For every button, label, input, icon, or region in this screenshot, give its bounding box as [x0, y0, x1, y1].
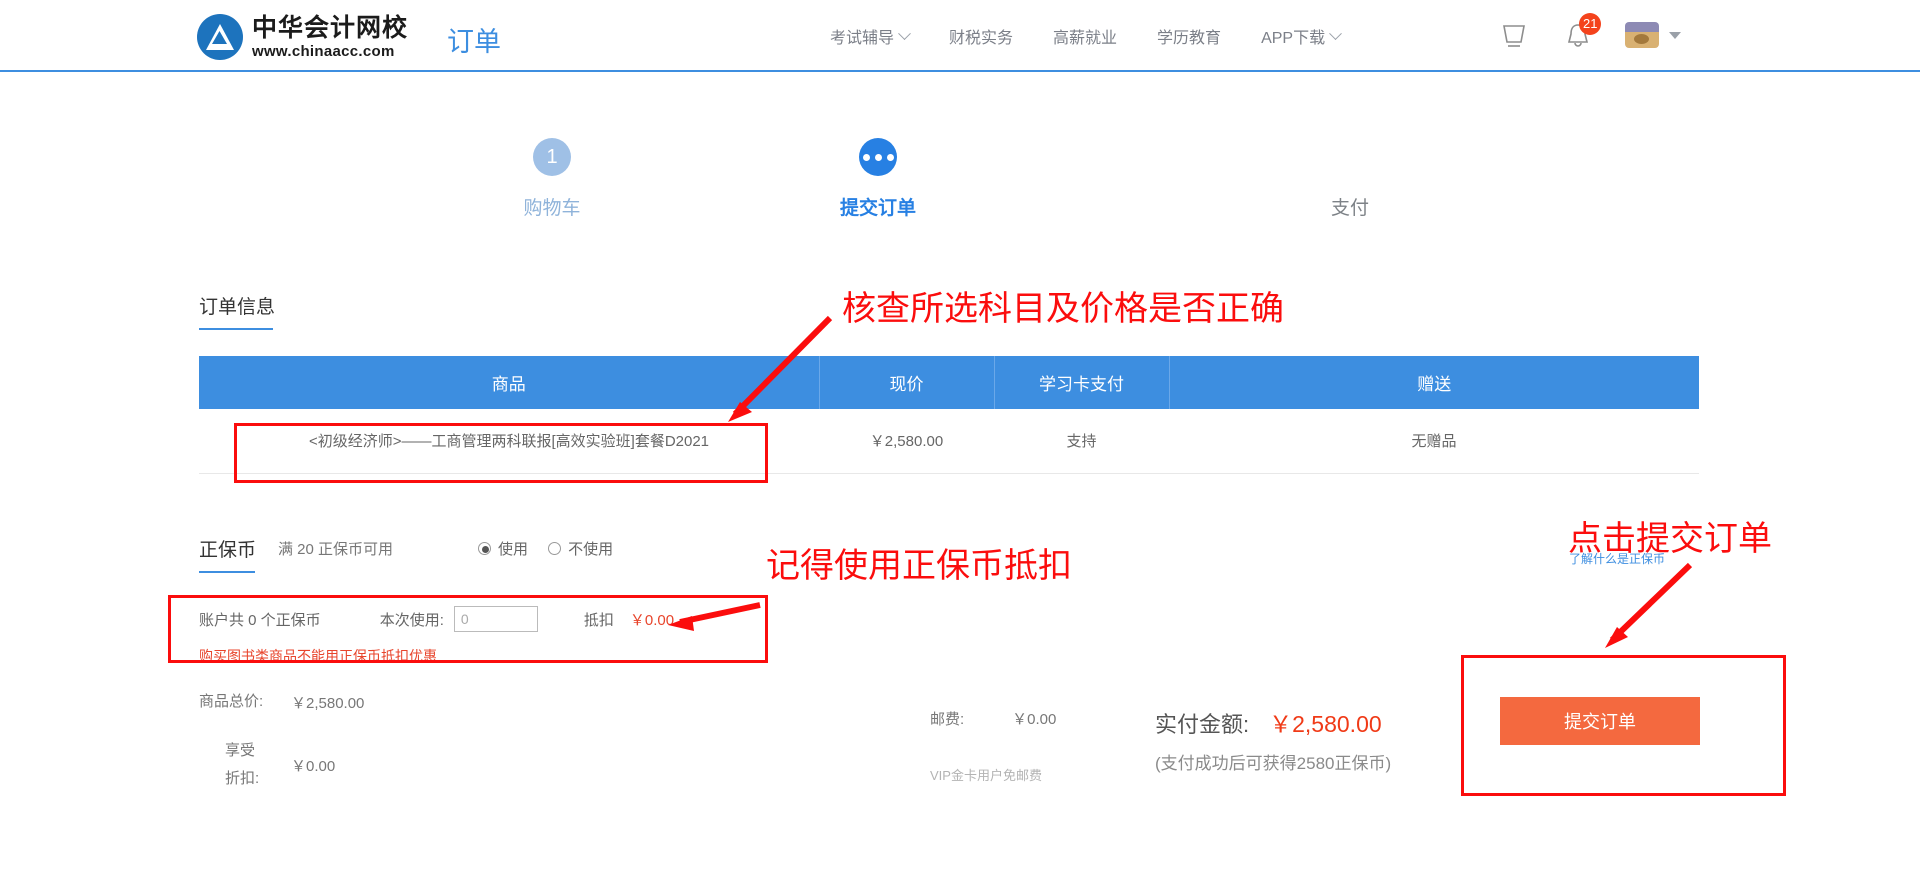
nav-label: 高薪就业 [1053, 30, 1118, 47]
goods-total-label: 商品总价: [199, 693, 264, 710]
nav-item-app-download[interactable]: APP下载 [1261, 24, 1342, 48]
step-label: 支付 [1330, 198, 1369, 219]
goods-total-line: 商品总价: ￥2,580.00 [199, 688, 429, 717]
annotation-check-subject: 核查所选科目及价格是否正确 [842, 290, 1284, 328]
nav-item-education[interactable]: 学历教育 [1157, 24, 1221, 48]
notification-badge: 21 [1579, 13, 1602, 35]
shipping-line: 邮费: ￥0.00 [930, 708, 1056, 729]
radio-use-coin[interactable]: 使用 [478, 538, 528, 559]
step-marker: 1 [533, 138, 571, 176]
page-title: 订单 [447, 27, 501, 57]
logo-text-en: www.chinaacc.com [252, 42, 395, 60]
user-menu[interactable] [1625, 22, 1681, 48]
shipping-note: VIP金卡用户免邮费 [930, 768, 1042, 783]
radio-not-use-coin[interactable]: 不使用 [548, 538, 613, 559]
payment-summary: 实付金额: ￥2,580.00 (支付成功后可获得2580正保币) [1155, 705, 1391, 774]
pay-value: ￥2,580.00 [1269, 711, 1382, 737]
discount-line: 享受折扣: ￥0.00 [199, 737, 429, 794]
column-header-product: 商品 [199, 356, 820, 409]
annotation-box-product [234, 423, 768, 483]
goods-total-value: ￥2,580.00 [291, 694, 365, 712]
annotation-use-coin: 记得使用正保币抵扣 [766, 547, 1072, 585]
header-icons: 21 [1497, 13, 1681, 52]
checkout-steps: 1 购物车 提交订单 支付 [0, 130, 1920, 240]
nav-item-tax[interactable]: 财税实务 [949, 24, 1013, 48]
chevron-down-icon [1329, 26, 1342, 40]
radio-label: 不使用 [568, 541, 614, 558]
nav-label: 学历教育 [1157, 30, 1222, 47]
site-header: 中华会计网校 www.chinaacc.com 订单 考试辅导 财税实务 高薪就… [0, 0, 1920, 72]
nav-label: 财税实务 [949, 30, 1014, 47]
annotation-click-submit: 点击提交订单 [1568, 520, 1772, 558]
cart-icon[interactable] [1497, 18, 1531, 52]
shipping-label: 邮费: [930, 711, 965, 728]
radio-dot-icon [478, 542, 492, 555]
coin-section-header: 正保币 满 20 正保币可用 使用 不使用 [199, 535, 613, 573]
main-nav: 考试辅导 财税实务 高薪就业 学历教育 APP下载 [830, 24, 1342, 48]
step-pay[interactable]: 支付 [1250, 138, 1450, 220]
coin-rule: 满 20 正保币可用 [278, 541, 394, 558]
cell-card-pay: 支持 [994, 409, 1169, 474]
pay-amount-line: 实付金额: ￥2,580.00 [1155, 705, 1391, 739]
avatar [1625, 22, 1659, 48]
annotation-box-submit [1461, 655, 1786, 796]
step-label: 购物车 [523, 198, 581, 219]
nav-item-exam[interactable]: 考试辅导 [830, 24, 911, 48]
site-logo[interactable]: 中华会计网校 www.chinaacc.com [197, 14, 408, 60]
chevron-down-icon [898, 26, 911, 40]
coin-radio-group: 使用 不使用 [478, 538, 613, 559]
step-submit-order[interactable]: 提交订单 [778, 138, 978, 220]
discount-value: ￥0.00 [291, 757, 336, 775]
coin-title: 正保币 [199, 535, 256, 573]
discount-label: 享受折扣: [225, 741, 260, 788]
nav-label: APP下载 [1261, 30, 1326, 47]
step-marker-dots [859, 138, 897, 176]
pay-sub-note: (支付成功后可获得2580正保币) [1155, 754, 1392, 773]
logo-icon [197, 14, 243, 60]
column-header-gift: 赠送 [1169, 356, 1699, 409]
cell-gift: 无赠品 [1169, 409, 1699, 474]
step-label: 提交订单 [839, 198, 916, 219]
nav-label: 考试辅导 [830, 30, 895, 47]
pay-label: 实付金额: [1155, 712, 1250, 737]
chevron-down-icon [1669, 31, 1681, 39]
nav-item-jobs[interactable]: 高薪就业 [1053, 24, 1117, 48]
logo-text-cn: 中华会计网校 [252, 13, 409, 42]
annotation-box-coin [168, 595, 768, 663]
cell-price: ￥2,580.00 [819, 409, 994, 474]
step-cart[interactable]: 1 购物车 [452, 138, 652, 220]
radio-label: 使用 [498, 541, 529, 558]
column-header-card-pay: 学习卡支付 [994, 356, 1170, 409]
order-info-title: 订单信息 [199, 292, 275, 330]
column-header-price: 现价 [819, 356, 995, 409]
totals-left: 商品总价: ￥2,580.00 享受折扣: ￥0.00 [199, 688, 429, 794]
table-header-row: 商品 现价 学习卡支付 赠送 [199, 356, 1699, 409]
bell-icon[interactable]: 21 [1561, 13, 1602, 52]
shipping-value: ￥0.00 [1012, 711, 1057, 728]
step-marker [1331, 138, 1369, 176]
radio-dot-icon [548, 542, 562, 555]
